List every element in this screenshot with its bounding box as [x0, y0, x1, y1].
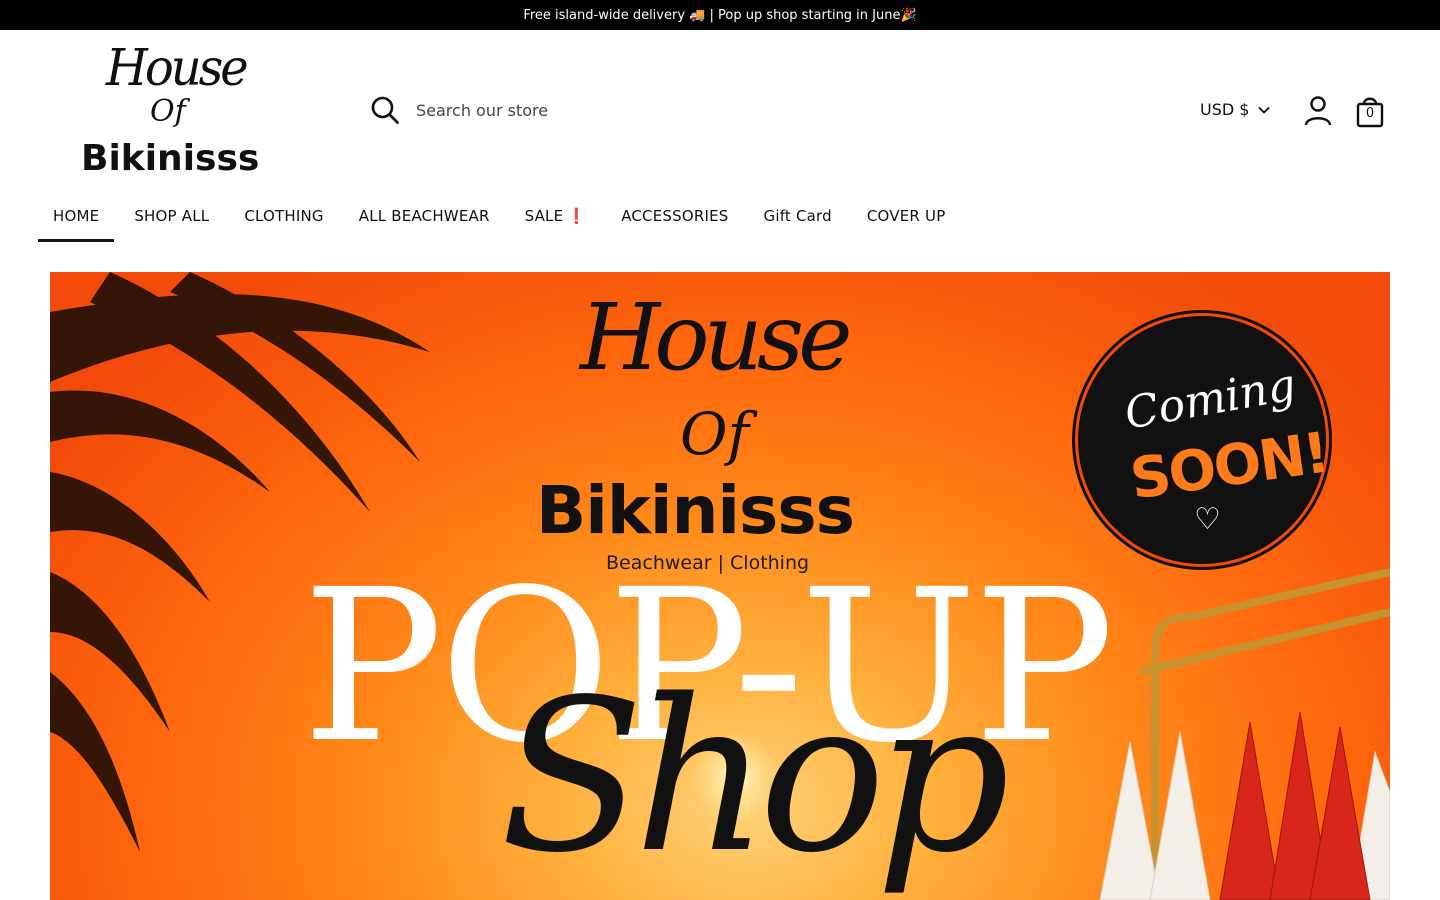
nav-item-cover-up[interactable]: COVER UP — [852, 198, 961, 242]
nav-item-sale-label: SALE — [524, 207, 564, 225]
currency-label: USD $ — [1200, 100, 1250, 119]
logo-line-1: House — [106, 38, 249, 98]
chevron-down-icon — [1258, 106, 1271, 114]
hero-brand-line-3: Bikinisss — [536, 472, 855, 549]
hero-banner[interactable]: POP-UP House Of Bikinisss Beachwear | Cl… — [50, 272, 1390, 900]
logo-line-3: Bikinisss — [81, 138, 260, 179]
logo-line-2: Of — [150, 94, 186, 129]
nav-item-home[interactable]: HOME — [38, 198, 115, 242]
search-input[interactable] — [416, 100, 836, 120]
search-bar[interactable] — [370, 92, 870, 128]
coming-soon-badge: Coming SOON! ♡ — [1078, 316, 1332, 564]
hero-brand-line-1: House — [580, 284, 853, 391]
currency-selector[interactable]: USD $ — [1200, 100, 1271, 119]
hero-script-text: Shop — [500, 654, 1010, 899]
nav-item-sale[interactable]: SALE ❗ — [510, 198, 602, 242]
exclamation-icon: ❗ — [567, 207, 587, 225]
user-icon[interactable] — [1303, 95, 1333, 127]
announcement-bar: Free island-wide delivery 🚚 | Pop up sho… — [0, 0, 1440, 30]
hero-subtitle: Beachwear | Clothing — [606, 552, 810, 574]
announcement-text: Free island-wide delivery 🚚 | Pop up sho… — [523, 7, 917, 23]
cart-count: 0 — [1365, 106, 1375, 121]
hero-brand-line-2: Of — [680, 400, 750, 468]
nav-item-shop-all[interactable]: SHOP ALL — [119, 198, 224, 242]
heart-icon: ♡ — [1194, 502, 1221, 537]
main-navigation: HOME SHOP ALL CLOTHING ALL BEACHWEAR SAL… — [38, 198, 965, 242]
nav-item-all-beachwear[interactable]: ALL BEACHWEAR — [344, 198, 505, 242]
nav-item-accessories[interactable]: ACCESSORIES — [606, 198, 743, 242]
nav-item-gift-card[interactable]: Gift Card — [749, 198, 847, 242]
nav-item-clothing[interactable]: CLOTHING — [229, 198, 338, 242]
cart-button[interactable]: 0 — [1354, 94, 1386, 128]
search-icon[interactable] — [370, 95, 400, 125]
store-logo[interactable]: House Of Bikinisss — [78, 38, 268, 182]
